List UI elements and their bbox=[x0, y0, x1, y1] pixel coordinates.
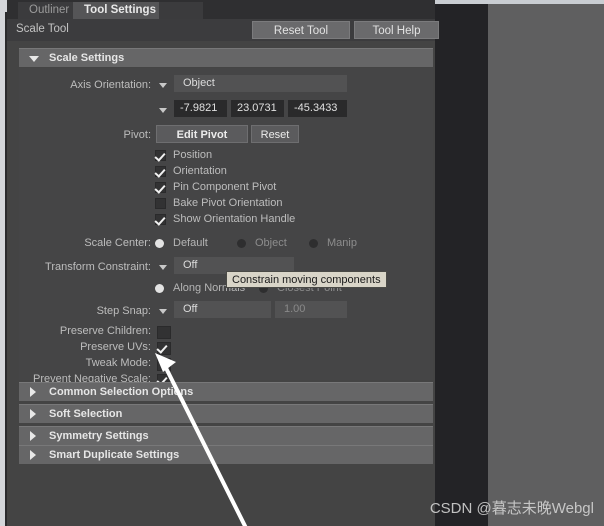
chevron-right-icon bbox=[30, 409, 36, 419]
axis-orientation-label: Axis Orientation: bbox=[70, 79, 151, 91]
viewport-background-right bbox=[488, 0, 604, 526]
tool-name-label: Scale Tool bbox=[16, 23, 69, 35]
checkbox-preserve-uvs[interactable] bbox=[157, 342, 171, 355]
orientation-value-y[interactable]: 23.0731 bbox=[231, 100, 284, 117]
scale-center-label: Scale Center: bbox=[84, 237, 151, 249]
section-header-smart-duplicate-settings[interactable]: Smart Duplicate Settings bbox=[19, 445, 433, 464]
checkbox-pin-component-pivot-label: Pin Component Pivot bbox=[173, 181, 277, 193]
tweak-mode-label: Tweak Mode: bbox=[85, 357, 151, 369]
radio-scale-center-manip-label: Manip bbox=[327, 237, 357, 249]
section-header-label: Common Selection Options bbox=[49, 386, 194, 398]
step-snap-combo[interactable]: Off bbox=[174, 301, 271, 318]
checkbox-pin-component-pivot[interactable] bbox=[155, 182, 166, 193]
tool-settings-panel: Outliner Tool Settings Scale Tool Reset … bbox=[7, 0, 439, 526]
chevron-right-icon bbox=[30, 431, 36, 441]
checkbox-tweak-mode[interactable] bbox=[157, 358, 171, 371]
preserve-uvs-label: Preserve UVs: bbox=[80, 341, 151, 353]
tool-help-button[interactable]: Tool Help bbox=[354, 21, 439, 39]
chevron-right-icon bbox=[30, 387, 36, 397]
section-header-label: Soft Selection bbox=[49, 408, 123, 420]
viewport-background-dark bbox=[435, 0, 488, 526]
scale-settings-body: Axis Orientation: Object -7.9821 23.0731… bbox=[19, 68, 433, 387]
radio-scale-center-object-label: Object bbox=[255, 237, 287, 249]
checkbox-show-orientation-handle[interactable] bbox=[155, 214, 166, 225]
checkbox-bake-pivot-orientation[interactable] bbox=[155, 198, 166, 209]
tab-empty-slot[interactable] bbox=[159, 2, 203, 19]
section-header-soft-selection[interactable]: Soft Selection bbox=[19, 404, 433, 423]
section-header-symmetry-settings[interactable]: Symmetry Settings bbox=[19, 426, 433, 445]
checkbox-orientation[interactable] bbox=[155, 166, 166, 177]
radio-scale-center-default[interactable] bbox=[155, 239, 164, 248]
tab-tool-settings[interactable]: Tool Settings bbox=[73, 2, 167, 19]
radio-along-normals[interactable] bbox=[155, 284, 164, 293]
checkbox-position[interactable] bbox=[155, 150, 166, 161]
radio-scale-center-default-label: Default bbox=[173, 237, 208, 249]
chevron-down-icon bbox=[29, 56, 39, 62]
section-header-label: Symmetry Settings bbox=[49, 430, 149, 442]
checkbox-orientation-label: Orientation bbox=[173, 165, 227, 177]
edit-pivot-button[interactable]: Edit Pivot bbox=[156, 125, 248, 143]
preserve-children-label: Preserve Children: bbox=[59, 325, 151, 337]
orientation-value-z[interactable]: -45.3433 bbox=[288, 100, 347, 117]
window-top-border bbox=[435, 0, 604, 4]
tooltip: Constrain moving components bbox=[226, 271, 387, 288]
application-window: Outliner Tool Settings Scale Tool Reset … bbox=[0, 0, 604, 526]
chevron-right-icon bbox=[30, 450, 36, 460]
checkbox-show-orientation-handle-label: Show Orientation Handle bbox=[173, 213, 296, 225]
section-header-label: Smart Duplicate Settings bbox=[49, 449, 180, 461]
reset-pivot-button[interactable]: Reset bbox=[251, 125, 299, 143]
axis-orientation-combo[interactable]: Object bbox=[174, 75, 347, 92]
transform-constraint-label: Transform Constraint: bbox=[45, 261, 151, 273]
checkbox-preserve-children[interactable] bbox=[157, 326, 171, 339]
pivot-label: Pivot: bbox=[123, 129, 151, 141]
step-snap-label: Step Snap: bbox=[96, 305, 151, 317]
step-snap-amount-field[interactable]: 1.00 bbox=[275, 301, 347, 318]
tab-outliner[interactable]: Outliner bbox=[18, 2, 81, 19]
reset-tool-button[interactable]: Reset Tool bbox=[252, 21, 350, 39]
step-snap-caret-icon[interactable] bbox=[159, 309, 167, 314]
watermark-text: CSDN @暮志未晚Webgl bbox=[429, 500, 594, 517]
section-header-scale-settings[interactable]: Scale Settings bbox=[19, 48, 433, 67]
axis-orientation-caret-icon[interactable] bbox=[159, 83, 167, 88]
checkbox-position-label: Position bbox=[173, 149, 213, 161]
section-header-common-selection-options[interactable]: Common Selection Options bbox=[19, 382, 433, 401]
orientation-values-caret-icon[interactable] bbox=[159, 108, 167, 113]
transform-constraint-caret-icon[interactable] bbox=[159, 265, 167, 270]
radio-scale-center-object[interactable] bbox=[237, 239, 246, 248]
radio-scale-center-manip[interactable] bbox=[309, 239, 318, 248]
checkbox-bake-pivot-orientation-label: Bake Pivot Orientation bbox=[173, 197, 283, 209]
panel-tab-bar: Outliner Tool Settings bbox=[7, 0, 435, 19]
section-header-label: Scale Settings bbox=[49, 52, 125, 64]
orientation-value-x[interactable]: -7.9821 bbox=[174, 100, 227, 117]
